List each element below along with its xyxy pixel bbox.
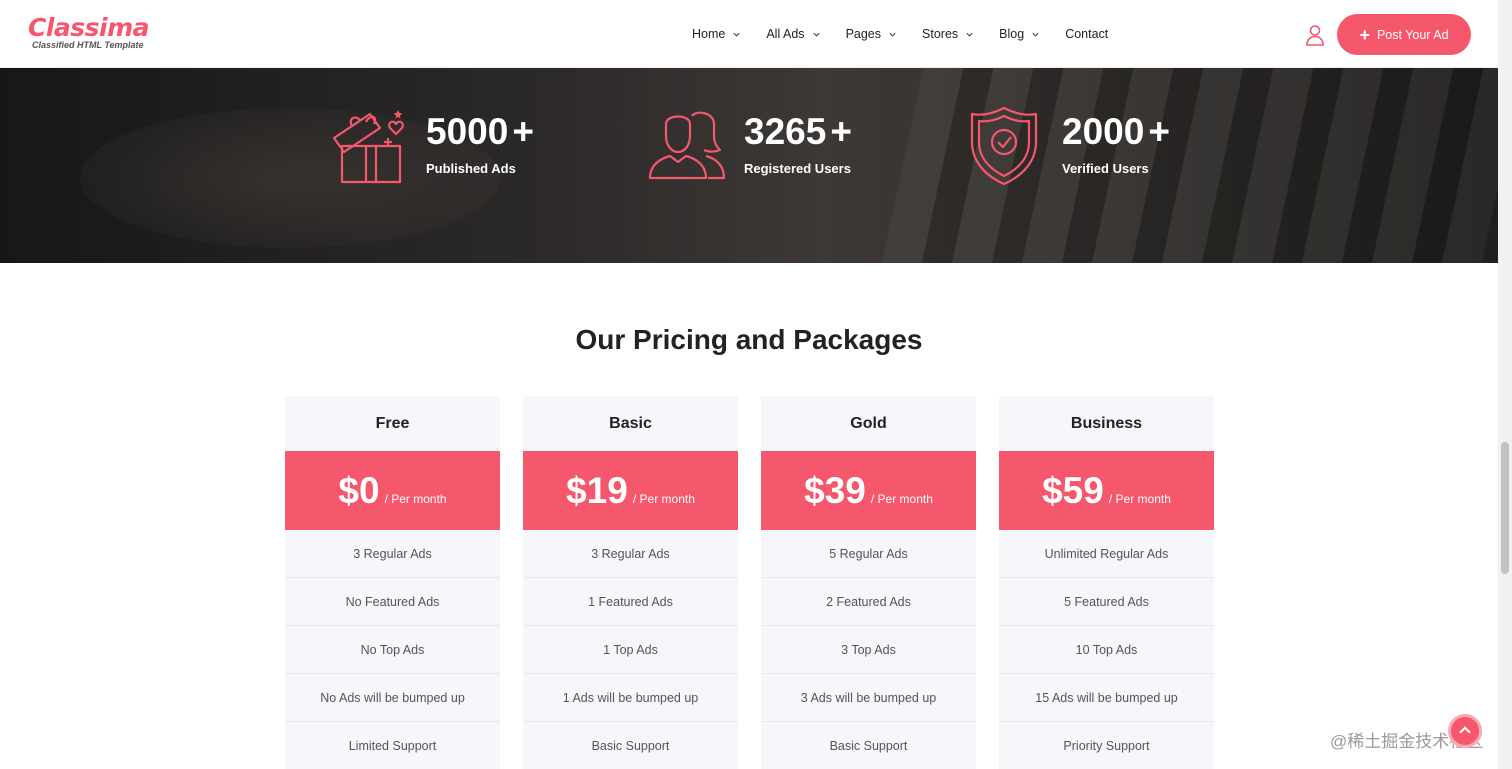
nav-label: All Ads	[766, 27, 805, 41]
plan-feature: Unlimited Regular Ads	[999, 530, 1214, 578]
nav-item-home[interactable]: Home	[692, 27, 742, 41]
nav-label: Stores	[922, 27, 959, 41]
stat-value: 5000 +	[426, 111, 534, 152]
plan-feature: Basic Support	[523, 722, 738, 769]
plan-feature: 2 Featured Ads	[761, 578, 976, 626]
stat-value: 3265 +	[744, 111, 852, 152]
plan-price: $19 / Per month	[523, 451, 738, 530]
users-icon	[648, 111, 726, 180]
price-amount: $19	[566, 469, 628, 511]
user-icon[interactable]	[1305, 24, 1325, 46]
plan-feature: 3 Regular Ads	[523, 530, 738, 578]
plan-feature: 3 Regular Ads	[285, 530, 500, 578]
main-nav: Home All Ads Pages Stores Blog Contact	[692, 0, 1132, 68]
nav-item-all-ads[interactable]: All Ads	[766, 27, 821, 41]
nav-label: Blog	[999, 27, 1025, 41]
plan-feature: 3 Ads will be bumped up	[761, 674, 976, 722]
plan-feature: Limited Support	[285, 722, 500, 769]
price-amount: $59	[1042, 469, 1104, 511]
plan-feature: 15 Ads will be bumped up	[999, 674, 1214, 722]
plan-feature: No Ads will be bumped up	[285, 674, 500, 722]
pricing-title: Our Pricing and Packages	[575, 324, 923, 355]
price-period: / Per month	[1108, 491, 1171, 506]
nav-item-blog[interactable]: Blog	[999, 27, 1041, 41]
price-period: / Per month	[632, 491, 695, 506]
plan-feature: 1 Featured Ads	[523, 578, 738, 626]
plan-feature: 1 Ads will be bumped up	[523, 674, 738, 722]
plan-feature: No Top Ads	[285, 626, 500, 674]
back-to-top-button[interactable]	[1448, 714, 1482, 748]
plan-feature: 1 Top Ads	[523, 626, 738, 674]
plan-feature: Priority Support	[999, 722, 1214, 769]
post-ad-label: Post Your Ad	[1376, 27, 1449, 42]
chevron-down-icon	[966, 32, 973, 37]
nav-item-pages[interactable]: Pages	[846, 27, 898, 41]
stats-band: 5000 + Published Ads 3265 + Registered Use…	[0, 68, 1498, 263]
post-ad-button[interactable]: + Post Your Ad	[1337, 14, 1471, 55]
logo-tagline: Classified HTML Template	[32, 40, 144, 50]
chevron-down-icon	[889, 32, 896, 37]
price-amount: $0	[338, 469, 380, 511]
plan-name: Basic	[609, 414, 652, 432]
plan-feature: 10 Top Ads	[999, 626, 1214, 674]
price-period: / Per month	[870, 491, 933, 506]
arrow-up-icon	[1459, 726, 1471, 738]
plan-price: $0 / Per month	[285, 451, 500, 530]
pricing-plan-business: Business $59 / Per month Unlimited Regul…	[999, 396, 1214, 769]
stat-value: 2000 +	[1062, 111, 1170, 152]
plan-feature: 5 Regular Ads	[761, 530, 976, 578]
logo-name: Classima	[28, 13, 150, 42]
chevron-down-icon	[1032, 32, 1039, 37]
plan-name: Gold	[850, 414, 887, 432]
pricing-plan-gold: Gold $39 / Per month 5 Regular Ads 2 Fea…	[761, 396, 976, 769]
page-scrollbar[interactable]	[1498, 0, 1512, 769]
plan-price: $59 / Per month	[999, 451, 1214, 530]
chevron-down-icon	[812, 32, 820, 37]
stat-label: Registered Users	[744, 161, 851, 176]
stat-label: Published Ads	[426, 161, 516, 176]
site-header: Classima Classified HTML Template Home A…	[0, 0, 1498, 68]
plus-icon: +	[1359, 24, 1370, 45]
nav-item-contact[interactable]: Contact	[1065, 27, 1108, 41]
price-amount: $39	[804, 469, 866, 511]
scrollbar-thumb[interactable]	[1501, 442, 1509, 574]
plan-name: Free	[375, 414, 410, 432]
site-logo[interactable]: Classima Classified HTML Template	[28, 13, 150, 51]
plan-price: $39 / Per month	[761, 451, 976, 530]
plan-feature: 5 Featured Ads	[999, 578, 1214, 626]
stat-label: Verified Users	[1062, 161, 1149, 176]
nav-label: Home	[692, 27, 726, 41]
price-period: / Per month	[384, 491, 447, 506]
pricing-plan-free: Free $0 / Per month 3 Regular Ads No Fea…	[285, 396, 500, 769]
plan-feature: 3 Top Ads	[761, 626, 976, 674]
plan-feature: Basic Support	[761, 722, 976, 769]
gift-box-icon	[332, 110, 404, 184]
plan-name: Business	[1070, 414, 1143, 432]
pricing-plan-basic: Basic $19 / Per month 3 Regular Ads 1 Fe…	[523, 396, 738, 769]
nav-label: Pages	[845, 27, 882, 41]
plan-feature: No Featured Ads	[285, 578, 500, 626]
nav-item-stores[interactable]: Stores	[922, 27, 975, 41]
nav-label: Contact	[1065, 27, 1109, 41]
shield-check-icon	[970, 106, 1038, 186]
chevron-down-icon	[733, 32, 740, 37]
